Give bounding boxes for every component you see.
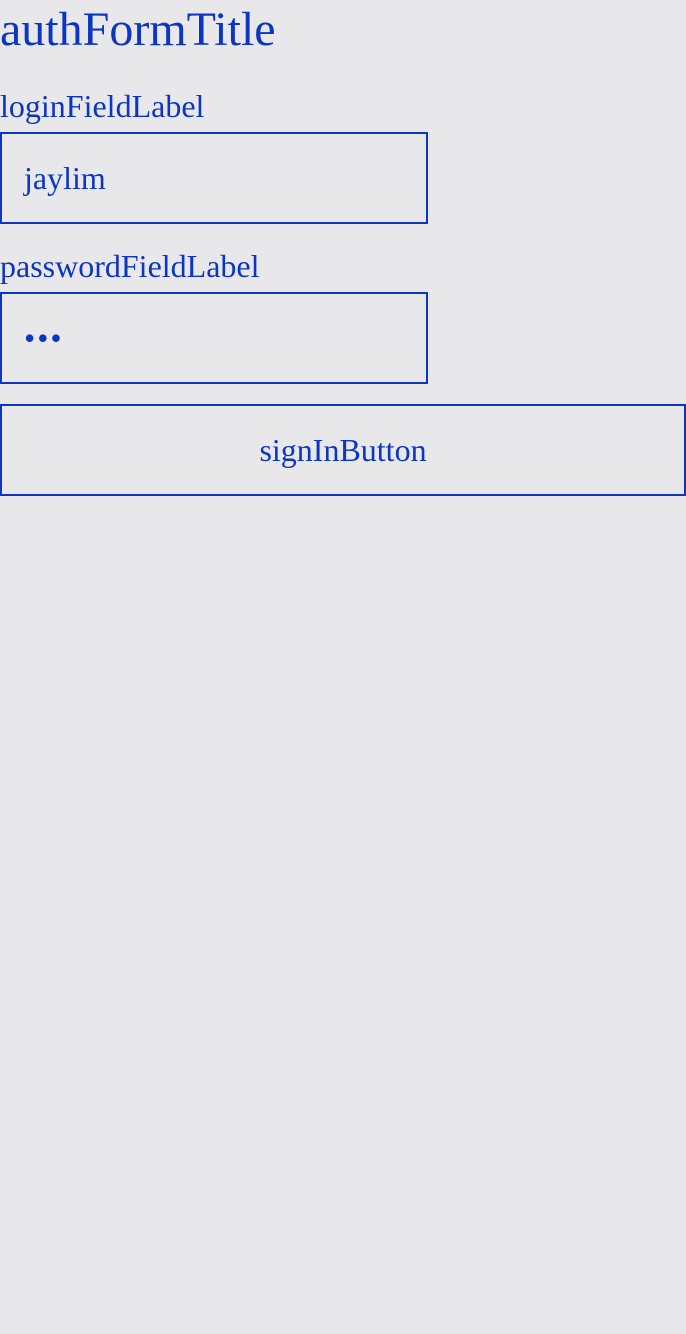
sign-in-button[interactable]: signInButton <box>0 404 686 496</box>
password-input[interactable]: ••• <box>0 292 428 384</box>
login-field-label: loginFieldLabel <box>0 88 205 124</box>
password-field-label: passwordFieldLabel <box>0 248 260 284</box>
auth-form-title: authFormTitle <box>0 3 276 56</box>
login-input[interactable]: jaylim <box>0 132 428 224</box>
